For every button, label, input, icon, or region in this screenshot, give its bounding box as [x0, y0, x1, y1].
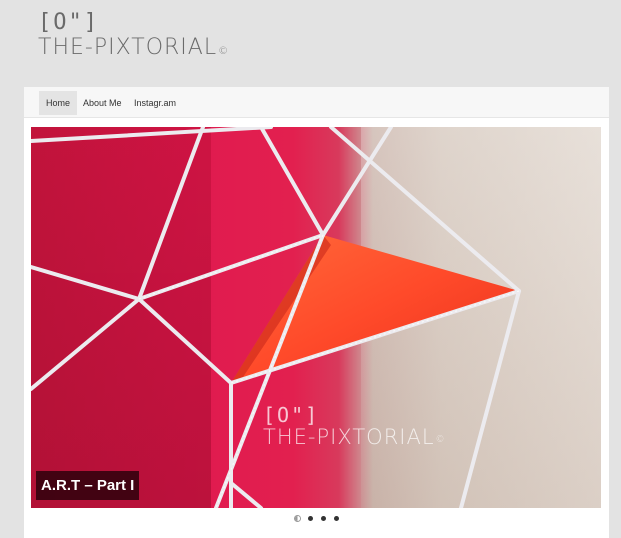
copyright-symbol: © [218, 46, 230, 57]
pager-dot-2[interactable] [307, 516, 313, 521]
watermark-mark: [O"] [263, 403, 320, 427]
logo-name: THE-PIXTORIAL [38, 35, 218, 60]
watermark-name: THE-PIXTORIAL [263, 425, 435, 449]
pager-dot-4[interactable] [333, 516, 339, 521]
logo-mark: [O"] [38, 10, 99, 35]
wire-sculpture-illustration [31, 127, 521, 508]
pager-dot-1[interactable] [294, 516, 300, 521]
slider-pager [24, 516, 609, 526]
page: [O"] THE-PIXTORIAL© Home About Me Instag… [0, 0, 621, 538]
main-nav: Home About Me Instagr.am [24, 87, 609, 118]
slide-caption[interactable]: A.R.T – Part I [36, 471, 140, 500]
nav-item-about-me[interactable]: About Me [76, 91, 129, 115]
watermark: [O"] THE-PIXTORIAL© [263, 405, 446, 449]
site-logo[interactable]: [O"] THE-PIXTORIAL© [38, 12, 228, 68]
nav-item-instagram[interactable]: Instagr.am [127, 91, 183, 115]
watermark-text: THE-PIXTORIAL© [263, 425, 446, 449]
image-slider[interactable]: [O"] THE-PIXTORIAL© A.R.T – Part I [31, 127, 601, 508]
content-panel: Home About Me Instagr.am [O"] THE-PIXTOR… [24, 87, 609, 538]
pager-dot-3[interactable] [320, 516, 326, 521]
watermark-copyright: © [435, 435, 446, 445]
nav-item-home[interactable]: Home [39, 91, 78, 115]
logo-text: THE-PIXTORIAL© [38, 34, 228, 62]
